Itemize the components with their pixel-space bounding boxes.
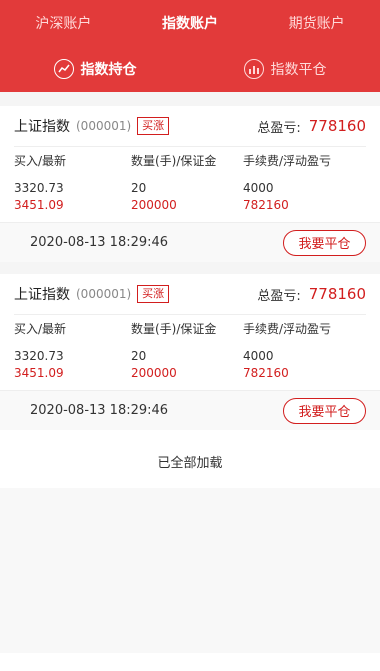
divider: [0, 262, 380, 274]
open-time: 2020-08-13 18:29:46: [30, 403, 169, 418]
tab-index[interactable]: 指数账户: [127, 13, 254, 33]
position-card: 上证指数 (000001) 买涨 总盈亏: 778160 买入/最新 数量(手)…: [0, 106, 380, 262]
direction-badge: 买涨: [137, 285, 170, 303]
margin: 200000: [131, 198, 177, 212]
quantity: 20: [131, 349, 147, 363]
chart-line-icon: [53, 59, 74, 79]
total-pnl-label: 总盈亏:: [257, 120, 301, 136]
bar-chart-icon: [243, 59, 264, 79]
buy-price: 3320.73: [14, 349, 64, 363]
floating-pnl: 782160: [243, 198, 289, 212]
all-loaded-text: 已全部加载: [157, 456, 223, 471]
latest-price: 3451.09: [14, 198, 64, 212]
total-pnl-label: 总盈亏:: [257, 288, 301, 304]
col-fee-pnl-header: 手续费/浮动盈亏: [243, 322, 332, 336]
empty-area: [0, 488, 380, 653]
direction-badge: 买涨: [137, 117, 170, 135]
open-time: 2020-08-13 18:29:46: [30, 235, 169, 250]
close-position-button[interactable]: 我要平仓: [283, 397, 366, 424]
fee: 4000: [243, 349, 274, 363]
index-name: 上证指数: [14, 119, 70, 135]
quantity: 20: [131, 181, 147, 195]
col-fee-pnl-header: 手续费/浮动盈亏: [243, 154, 332, 168]
margin: 200000: [131, 366, 177, 380]
position-subtabs: 指数持仓 指数平仓: [0, 46, 380, 92]
subtab-closed-label: 指数平仓: [270, 62, 327, 78]
subtab-closed[interactable]: 指数平仓: [190, 59, 380, 79]
tab-shanghai-shenzhen[interactable]: 沪深账户: [0, 13, 127, 33]
close-position-button[interactable]: 我要平仓: [283, 229, 366, 256]
position-list: 上证指数 (000001) 买涨 总盈亏: 778160 买入/最新 数量(手)…: [0, 92, 380, 671]
col-buy-latest-header: 买入/最新: [14, 322, 67, 336]
tab-futures[interactable]: 期货账户: [253, 13, 380, 33]
index-name: 上证指数: [14, 287, 70, 303]
buy-price: 3320.73: [14, 181, 64, 195]
fee: 4000: [243, 181, 274, 195]
header: 沪深账户 指数账户 期货账户 指数持仓 指数平仓: [0, 0, 380, 92]
account-tabs: 沪深账户 指数账户 期货账户: [0, 0, 380, 46]
subtab-holding[interactable]: 指数持仓: [0, 59, 190, 79]
subtab-holding-label: 指数持仓: [80, 62, 137, 78]
col-qty-margin-header: 数量(手)/保证金: [131, 322, 217, 336]
floating-pnl: 782160: [243, 366, 289, 380]
total-pnl-value: 778160: [308, 285, 366, 303]
position-card: 上证指数 (000001) 买涨 总盈亏: 778160 买入/最新 数量(手)…: [0, 274, 380, 430]
latest-price: 3451.09: [14, 366, 64, 380]
total-pnl-value: 778160: [308, 117, 366, 135]
position-details: 买入/最新 数量(手)/保证金 手续费/浮动盈亏 3320.73 20 4000…: [14, 146, 366, 214]
position-details: 买入/最新 数量(手)/保证金 手续费/浮动盈亏 3320.73 20 4000…: [14, 314, 366, 382]
index-code: (000001): [76, 119, 132, 133]
col-buy-latest-header: 买入/最新: [14, 154, 67, 168]
col-qty-margin-header: 数量(手)/保证金: [131, 154, 217, 168]
index-code: (000001): [76, 287, 132, 301]
